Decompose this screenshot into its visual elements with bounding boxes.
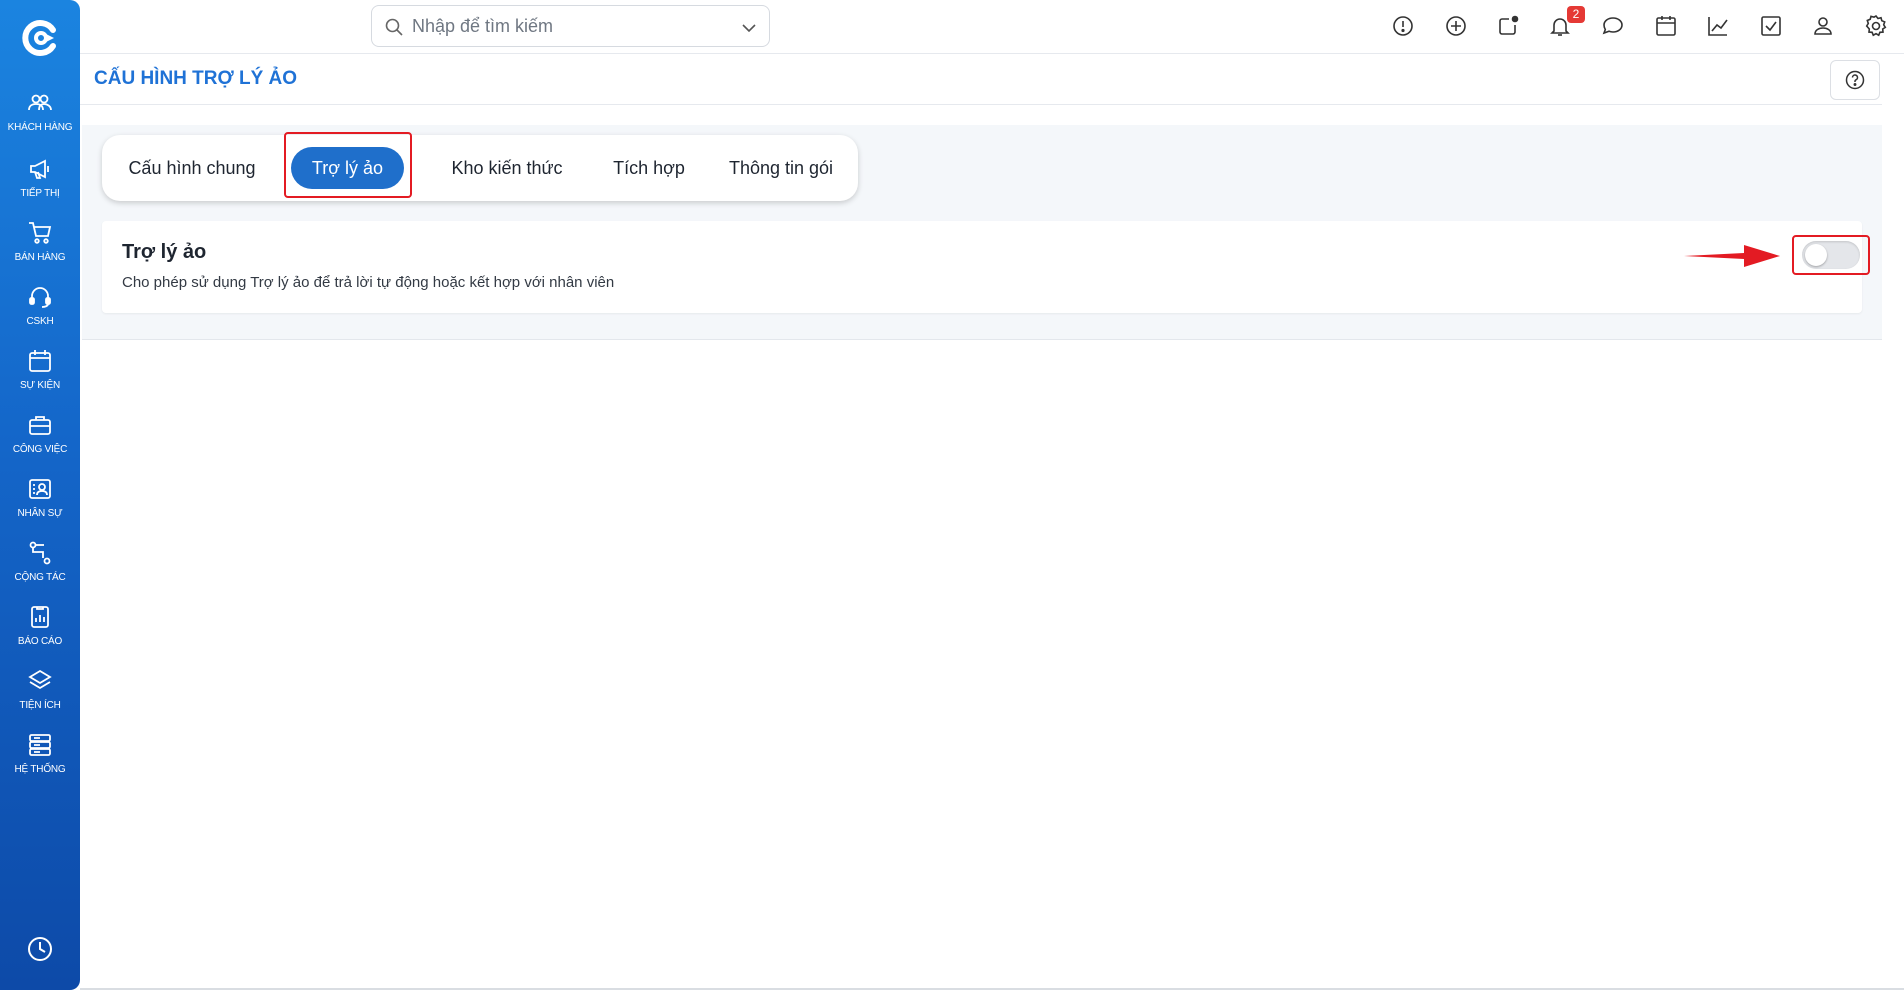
sidebar-item-label: BÁO CÁO [17,636,63,647]
tab-tich-hop[interactable]: Tích hợp [592,147,706,189]
top-header: 2 [80,0,1904,54]
layers-icon [28,669,52,690]
sidebar-item-label: NHÂN SỰ [17,508,63,519]
sidebar: KHÁCH HÀNG TIẾP THỊ BÁN HÀNG CSKH SỰ KIỆ… [0,0,80,990]
users-icon [28,94,52,111]
sidebar-item-su-kien[interactable]: SỰ KIỆN [0,344,80,404]
report-icon [31,606,49,628]
sidebar-item-label: SỰ KIỆN [20,380,60,391]
sidebar-item-label: CỘNG TÁC [14,572,66,583]
sidebar-item-label: HỆ THỐNG [14,764,66,775]
id-card-icon [29,479,51,499]
virtual-assistant-toggle[interactable] [1802,241,1860,269]
page-title: CẤU HÌNH TRỢ LÝ ẢO [94,68,298,89]
sidebar-item-label: TIỆN ÍCH [19,700,61,711]
setting-card: Trợ lý ảo Cho phép sử dụng Trợ lý ảo để … [102,221,1870,313]
logo-icon[interactable] [20,18,60,58]
sidebar-item-nhan-su[interactable]: NHÂN SỰ [0,472,80,532]
help-button[interactable] [1830,60,1880,100]
sidebar-item-label: TIẾP THỊ [20,188,60,199]
history-icon[interactable] [25,934,55,964]
tab-bar: Cấu hình chung Trợ lý ảo Kho kiến thức T… [102,135,858,201]
user-icon[interactable] [1810,13,1836,39]
sidebar-item-label: KHÁCH HÀNG [7,122,73,133]
chart-line-icon[interactable] [1705,13,1731,39]
tab-cau-hinh-chung[interactable]: Cấu hình chung [116,147,268,189]
sidebar-item-label: BÁN HÀNG [14,252,66,263]
sidebar-item-cong-tac[interactable]: CỘNG TÁC [0,536,80,596]
sidebar-item-ban-hang[interactable]: BÁN HÀNG [0,216,80,276]
calendar-icon [29,350,51,372]
content-panel: Cấu hình chung Trợ lý ảo Kho kiến thức T… [82,125,1882,340]
connector-icon [29,541,51,565]
red-arrow-icon [1684,245,1780,267]
sidebar-item-khach-hang[interactable]: KHÁCH HÀNG [0,86,80,146]
chat-dot-icon[interactable] [1495,13,1521,39]
tab-kho-kien-thuc[interactable]: Kho kiến thức [427,147,587,189]
calendar-icon[interactable] [1653,13,1679,39]
search-icon [385,18,403,36]
alert-icon[interactable] [1390,13,1416,39]
toggle-knob [1805,244,1827,266]
sidebar-item-cong-viec[interactable]: CÔNG VIỆC [0,408,80,468]
cart-icon [29,222,52,244]
tab-tro-ly-ao[interactable]: Trợ lý ảo [291,147,404,189]
briefcase-icon [29,416,51,435]
sidebar-item-cskh[interactable]: CSKH [0,280,80,340]
search-input[interactable] [412,12,712,40]
chevron-down-icon[interactable] [739,18,759,38]
server-icon [29,734,51,756]
plus-circle-icon[interactable] [1443,13,1469,39]
sidebar-item-tiep-thi[interactable]: TIẾP THỊ [0,152,80,212]
search-box[interactable] [371,5,770,47]
app-root: KHÁCH HÀNG TIẾP THỊ BÁN HÀNG CSKH SỰ KIỆ… [0,0,1904,992]
sidebar-item-tien-ich[interactable]: TIỆN ÍCH [0,664,80,724]
notification-badge: 2 [1567,6,1585,23]
sidebar-item-bao-cao[interactable]: BÁO CÁO [0,600,80,660]
question-icon [1845,70,1865,90]
megaphone-icon [30,159,49,179]
checkbox-icon[interactable] [1758,13,1784,39]
gear-icon[interactable] [1863,13,1889,39]
sidebar-item-label: CÔNG VIỆC [12,444,68,455]
page-title-bar: CẤU HÌNH TRỢ LÝ ẢO [80,54,1882,105]
bottom-divider [80,988,1904,990]
setting-title: Trợ lý ảo [122,241,207,263]
message-icon[interactable] [1600,13,1626,39]
sidebar-item-label: CSKH [26,316,54,327]
headset-icon [29,287,51,308]
tab-thong-tin-goi[interactable]: Thông tin gói [716,147,846,189]
setting-description: Cho phép sử dụng Trợ lý ảo để trả lời tự… [122,274,615,291]
sidebar-item-he-thong[interactable]: HỆ THỐNG [0,728,80,788]
